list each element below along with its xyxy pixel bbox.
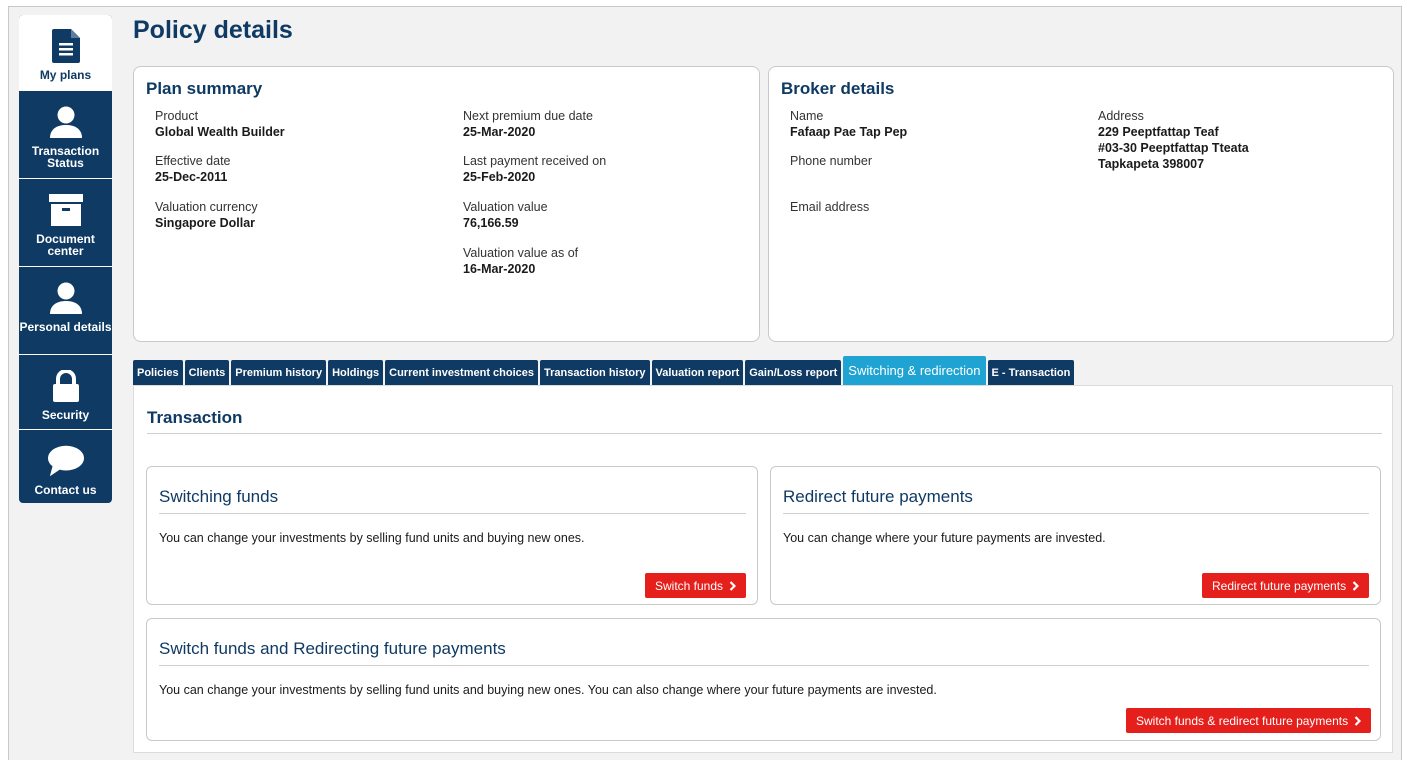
broker-details-title: Broker details: [781, 79, 895, 98]
broker-name-label: Name: [790, 109, 824, 123]
lock-icon: [47, 367, 85, 405]
person-icon: [47, 279, 85, 317]
sidebar-nav: My plans Transaction Status Document cen…: [19, 15, 112, 503]
switching-funds-card: Switching funds You can change your inve…: [146, 466, 758, 605]
valuation-currency-value: Singapore Dollar: [155, 216, 256, 230]
phone-field: Phone number: [790, 153, 872, 169]
sidebar-item-label: Contact us: [34, 483, 97, 497]
product-field: Product Global Wealth Builder: [155, 108, 285, 140]
valuation-currency-label: Valuation currency: [155, 200, 258, 214]
tab-clients[interactable]: Clients: [184, 360, 230, 385]
switching-funds-title: Switching funds: [159, 487, 279, 506]
switch-funds-button[interactable]: Switch funds: [645, 573, 747, 598]
next-premium-field: Next premium due date 25-Mar-2020: [463, 108, 593, 140]
person-icon: [47, 103, 85, 141]
tab-holdings[interactable]: Holdings: [328, 360, 384, 385]
next-premium-value: 25-Mar-2020: [463, 125, 536, 139]
tab-e-transaction[interactable]: E - Transaction: [987, 360, 1075, 385]
valuation-value-label: Valuation value: [463, 200, 548, 214]
divider: [159, 665, 1369, 666]
sidebar-item-label: Transaction Status: [31, 144, 100, 170]
valuation-asof-value: 16-Mar-2020: [463, 262, 536, 276]
redirect-payments-text: You can change where your future payment…: [783, 531, 1106, 545]
tab-policies[interactable]: Policies: [133, 360, 183, 385]
document-icon: [47, 27, 85, 65]
chevron-right-icon: [1354, 715, 1362, 726]
chevron-right-icon: [1352, 580, 1360, 591]
sidebar-item-my-plans[interactable]: My plans: [19, 15, 112, 91]
transaction-title: Transaction: [147, 408, 243, 427]
broker-name-field: Name Fafaap Pae Tap Pep: [790, 108, 907, 140]
redirect-button-label: Redirect future payments: [1212, 578, 1347, 593]
combined-transaction-card: Switch funds and Redirecting future paym…: [146, 618, 1381, 741]
switch-funds-label: Switch funds: [655, 578, 724, 593]
effective-date-field: Effective date 25-Dec-2011: [155, 153, 231, 185]
sidebar-item-label: My plans: [39, 68, 92, 82]
sidebar-item-label: Personal details: [19, 320, 112, 334]
last-payment-value: 25-Feb-2020: [463, 170, 536, 184]
sidebar-item-document-center[interactable]: Document center: [19, 179, 112, 267]
tab-premium-history[interactable]: Premium history: [231, 360, 327, 385]
chat-bubble-icon: [47, 442, 85, 480]
archive-box-icon: [47, 191, 85, 229]
switching-funds-text: You can change your investments by selli…: [159, 531, 585, 545]
address-line: 229 Peeptfattap Teaf: [1098, 125, 1219, 139]
valuation-currency-field: Valuation currency Singapore Dollar: [155, 199, 258, 231]
email-label: Email address: [790, 200, 870, 214]
sidebar-item-contact-us[interactable]: Contact us: [19, 430, 112, 503]
redirect-payments-card: Redirect future payments You can change …: [770, 466, 1381, 605]
broker-details-card: Broker details Name Fafaap Pae Tap Pep P…: [768, 66, 1394, 342]
valuation-value: 76,166.59: [463, 216, 519, 230]
chevron-right-icon: [729, 580, 737, 591]
sidebar-item-label: Security: [41, 408, 90, 422]
sidebar-item-personal-details[interactable]: Personal details: [19, 267, 112, 355]
tab-gain-loss-report[interactable]: Gain/Loss report: [745, 360, 842, 385]
tab-transaction-history[interactable]: Transaction history: [540, 360, 650, 385]
redirect-payments-title: Redirect future payments: [783, 487, 973, 506]
address-line: Tapkapeta 398007: [1098, 157, 1205, 171]
plan-summary-title: Plan summary: [146, 79, 263, 98]
divider: [159, 513, 746, 514]
valuation-value-field: Valuation value 76,166.59: [463, 199, 548, 231]
valuation-asof-field: Valuation value as of 16-Mar-2020: [463, 245, 578, 277]
combined-button-label: Switch funds & redirect future payments: [1136, 713, 1349, 728]
address-label: Address: [1098, 109, 1144, 123]
transaction-panel: Transaction Switching funds You can chan…: [133, 385, 1393, 753]
phone-label: Phone number: [790, 154, 873, 168]
email-field: Email address: [790, 199, 869, 215]
combined-text: You can change your investments by selli…: [159, 683, 937, 697]
sidebar-item-label: Document center: [36, 232, 95, 258]
address-line: #03-30 Peeptfattap Tteata: [1098, 141, 1249, 155]
tab-switching-redirection[interactable]: Switching & redirection: [843, 356, 986, 385]
product-value: Global Wealth Builder: [155, 125, 285, 139]
effective-date-value: 25-Dec-2011: [155, 170, 228, 184]
tab-valuation-report[interactable]: Valuation report: [651, 360, 744, 385]
last-payment-label: Last payment received on: [463, 154, 607, 168]
tab-current-investment-choices[interactable]: Current investment choices: [385, 360, 539, 385]
plan-summary-card: Plan summary Product Global Wealth Build…: [133, 66, 760, 342]
divider: [783, 513, 1369, 514]
page-title: Policy details: [133, 16, 293, 44]
next-premium-label: Next premium due date: [463, 109, 593, 123]
broker-name-value: Fafaap Pae Tap Pep: [790, 125, 908, 139]
switch-and-redirect-button[interactable]: Switch funds & redirect future payments: [1126, 708, 1372, 733]
product-label: Product: [155, 109, 199, 123]
effective-date-label: Effective date: [155, 154, 231, 168]
sidebar-item-security[interactable]: Security: [19, 355, 112, 430]
divider: [147, 433, 1382, 434]
valuation-asof-label: Valuation value as of: [463, 246, 579, 260]
combined-title: Switch funds and Redirecting future paym…: [159, 639, 506, 658]
redirect-future-payments-button[interactable]: Redirect future payments: [1202, 573, 1370, 598]
address-field: Address 229 Peeptfattap Teaf #03-30 Peep…: [1098, 108, 1249, 172]
sidebar-item-transaction-status[interactable]: Transaction Status: [19, 91, 112, 179]
policy-tabs: Policies Clients Premium history Holding…: [133, 356, 1075, 385]
last-payment-field: Last payment received on 25-Feb-2020: [463, 153, 606, 185]
